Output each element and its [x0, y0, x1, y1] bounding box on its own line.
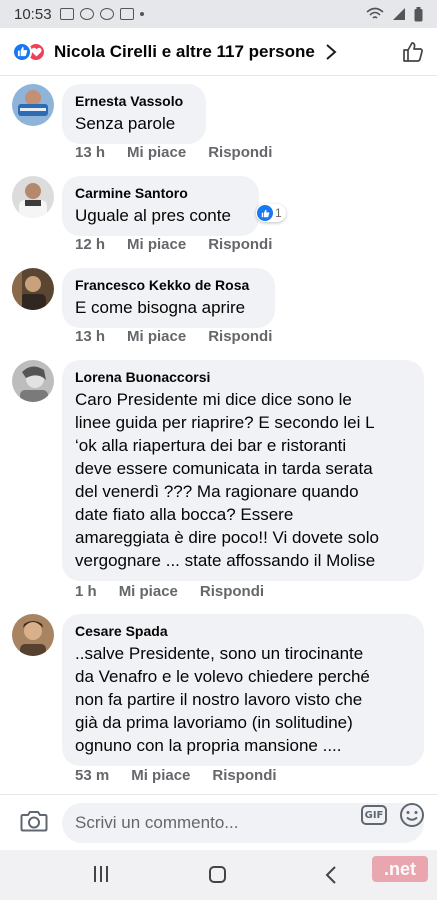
recents-button[interactable] — [94, 866, 108, 882]
battery-icon — [414, 6, 423, 21]
comment-line: deve essere comunicata in tarda serata — [75, 459, 373, 478]
comment-time[interactable]: 13 h — [75, 328, 105, 345]
comment-composer: Scrivi un commento... GIF — [0, 794, 437, 850]
like-button-icon[interactable] — [401, 40, 425, 64]
comment-author[interactable]: Carmine Santoro — [75, 184, 247, 202]
comment-line: amareggiata è dire poco!! Vi dovete solo — [75, 528, 379, 547]
status-time: 10:53 — [14, 5, 52, 23]
comment-text: Caro Presidente mi dice dice sono le lin… — [75, 388, 412, 572]
reply-link[interactable]: Rispondi — [208, 236, 272, 253]
like-link[interactable]: Mi piace — [119, 583, 178, 600]
comment-line: ‘ok alla riapertura dei bar e ristoranti — [75, 436, 347, 455]
back-button[interactable] — [325, 865, 337, 885]
comment-input-placeholder: Scrivi un commento... — [75, 813, 239, 832]
comment-bubble[interactable]: Cesare Spada ..salve Presidente, sono un… — [62, 614, 424, 766]
comment-line: Senza parole — [75, 114, 176, 133]
avatar[interactable] — [12, 268, 54, 310]
comment-time[interactable]: 53 m — [75, 767, 109, 784]
reactions-header[interactable]: Nicola Cirelli e altre 117 persone — [0, 28, 437, 76]
comment-text: E come bisogna aprire — [75, 296, 263, 319]
comment-text: Senza parole — [75, 112, 194, 135]
like-reaction-icon — [12, 41, 32, 62]
dot-icon — [139, 12, 144, 16]
comment-author[interactable]: Ernesta Vassolo — [75, 92, 194, 110]
like-link[interactable]: Mi piace — [127, 328, 186, 345]
gif-button[interactable]: GIF — [361, 805, 387, 825]
like-reaction-icon — [257, 205, 273, 221]
chevron-right-icon — [326, 43, 337, 60]
comment-actions: 13 h Mi piace Rispondi — [75, 328, 294, 345]
reply-link[interactable]: Rispondi — [200, 583, 264, 600]
comment-text: Uguale al pres conte — [75, 204, 247, 227]
like-link[interactable]: Mi piace — [131, 767, 190, 784]
comment-line: già da prima lavoriamo (in solitudine) — [75, 713, 353, 732]
comment-line: non fa partire il nostro lavoro visto ch… — [75, 690, 363, 709]
like-count: 1 — [275, 206, 282, 220]
app-icon — [119, 8, 134, 20]
comment-text: ..salve Presidente, sono un tirocinante … — [75, 642, 412, 757]
comment-bubble[interactable]: Lorena Buonaccorsi Caro Presidente mi di… — [62, 360, 424, 581]
comment-line: ognuno con la propria mansione .... — [75, 736, 342, 755]
comment-line: Uguale al pres conte — [75, 206, 231, 225]
comment-line: E come bisogna aprire — [75, 298, 246, 317]
whatsapp-icon — [99, 8, 114, 20]
reaction-icons — [12, 41, 46, 62]
avatar[interactable] — [12, 84, 54, 126]
avatar[interactable] — [12, 176, 54, 218]
comment-line: Caro Presidente mi dice dice sono le — [75, 390, 352, 409]
comment-line: date fiato alla bocca? Essere — [75, 505, 294, 524]
comment-line: linee guida per riaprire? E secondo lei … — [75, 413, 375, 432]
reply-link[interactable]: Rispondi — [212, 767, 276, 784]
comment-author[interactable]: Lorena Buonaccorsi — [75, 368, 412, 386]
camera-icon[interactable] — [20, 809, 48, 833]
emoji-icon[interactable] — [399, 802, 425, 828]
comment-bubble[interactable]: Carmine Santoro Uguale al pres conte — [62, 176, 259, 236]
comment-time[interactable]: 1 h — [75, 583, 97, 600]
wifi-icon — [366, 7, 384, 19]
watermark-logo: .net — [372, 856, 428, 882]
comment-line: da Venafro e le volevo chiedere perché — [75, 667, 370, 686]
messenger-icon — [79, 8, 94, 20]
status-bar: 10:53 — [0, 0, 437, 28]
comment-line: ..salve Presidente, sono un tirocinante — [75, 644, 364, 663]
comment-line: vergognare ... state affossando il Molis… — [75, 551, 376, 570]
comment-actions: 12 h Mi piace Rispondi — [75, 236, 294, 253]
comment-time[interactable]: 13 h — [75, 144, 105, 161]
comment-author[interactable]: Cesare Spada — [75, 622, 412, 640]
reply-link[interactable]: Rispondi — [208, 328, 272, 345]
comment-author[interactable]: Francesco Kekko de Rosa — [75, 276, 263, 294]
comment-actions: 1 h Mi piace Rispondi — [75, 583, 286, 600]
comment-bubble[interactable]: Ernesta Vassolo Senza parole — [62, 84, 206, 144]
comment-bubble[interactable]: Francesco Kekko de Rosa E come bisogna a… — [62, 268, 275, 328]
reply-link[interactable]: Rispondi — [208, 144, 272, 161]
home-button[interactable] — [209, 866, 226, 883]
avatar[interactable] — [12, 614, 54, 656]
notification-icons — [59, 8, 144, 20]
comment-line: del venerdì ??? Ma ragionare quando — [75, 482, 359, 501]
reactions-title: Nicola Cirelli e altre 117 persone — [54, 41, 315, 61]
comment-actions: 13 h Mi piace Rispondi — [75, 144, 294, 161]
gallery-icon — [59, 8, 74, 20]
comment-actions: 53 m Mi piace Rispondi — [75, 767, 299, 784]
comment-time[interactable]: 12 h — [75, 236, 105, 253]
like-link[interactable]: Mi piace — [127, 144, 186, 161]
signal-icon — [393, 8, 405, 20]
avatar[interactable] — [12, 360, 54, 402]
comment-likes-badge[interactable]: 1 — [256, 204, 286, 222]
like-link[interactable]: Mi piace — [127, 236, 186, 253]
